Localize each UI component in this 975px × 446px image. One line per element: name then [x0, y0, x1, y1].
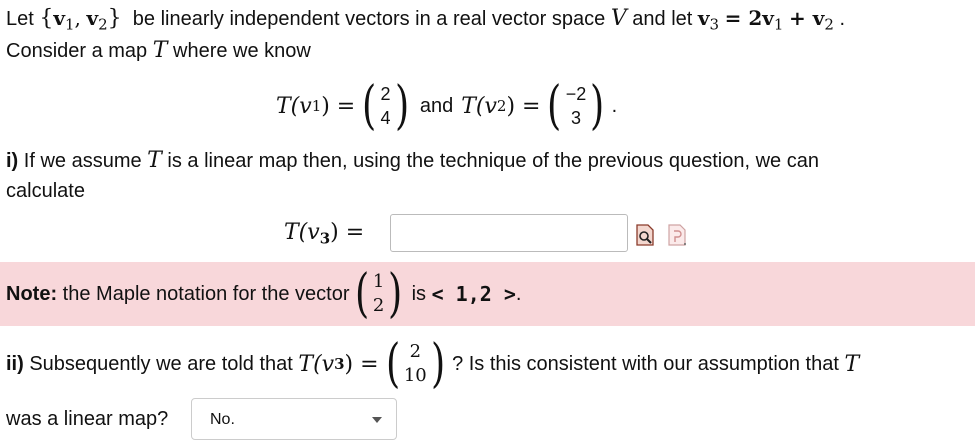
help-icon[interactable]	[668, 224, 686, 246]
intro-text-1: be linearly independent vectors in a rea…	[132, 8, 606, 30]
given-equations: T(v 1) = ( 24 ) and T(v 2) = ( −2 3 ) .	[276, 76, 618, 136]
Tv1-vector: ( 24 )	[362, 76, 409, 136]
v1-symbol: v	[53, 6, 65, 30]
note-vector: ( 12 )	[354, 264, 403, 324]
chevron-down-icon	[372, 417, 382, 423]
set-open: {	[39, 6, 54, 31]
answer-input[interactable]	[390, 214, 628, 252]
v3-definition: = 2v	[724, 6, 774, 30]
map-T: T	[152, 38, 168, 63]
maple-notation: < 1,2 >	[431, 282, 516, 306]
v2-symbol: v	[86, 6, 99, 30]
part-i-line-2: calculate	[6, 180, 85, 202]
intro-let: Let	[6, 8, 34, 30]
intro-line-2: Consider a map T where we know	[6, 38, 311, 63]
and-text: and	[419, 94, 454, 117]
v3-symbol: v	[697, 6, 710, 30]
note-content: Note: the Maple notation for the vector …	[6, 264, 522, 324]
part-ii-label: ii)	[6, 352, 24, 375]
part-i-line-1: i) If we assume T is a linear map then, …	[6, 148, 819, 173]
select-value: No.	[210, 411, 235, 428]
part-ii-line-1: ii) Subsequently we are told that T(v 3) …	[6, 334, 860, 394]
preview-icon[interactable]	[636, 224, 654, 246]
Tv3-equation: T(v3) =	[284, 220, 365, 248]
Tv2-lhs: T(v	[461, 93, 497, 119]
Tv1-lhs: T(v	[276, 93, 312, 119]
space-V: V	[610, 6, 627, 31]
part-i-label: i)	[6, 150, 19, 172]
intro-line-1: Let {v1, v2} be linearly independent vec…	[6, 6, 846, 34]
part-ii-vector: ( 2 10 )	[385, 334, 446, 394]
consistency-select[interactable]: No.	[191, 398, 397, 440]
set-close: }	[107, 6, 122, 31]
note-label: Note:	[6, 282, 58, 305]
part-ii-line-2: was a linear map?	[6, 408, 169, 430]
Tv2-vector: ( −2 3 )	[547, 76, 605, 136]
intro-text-2: and let	[632, 8, 693, 30]
